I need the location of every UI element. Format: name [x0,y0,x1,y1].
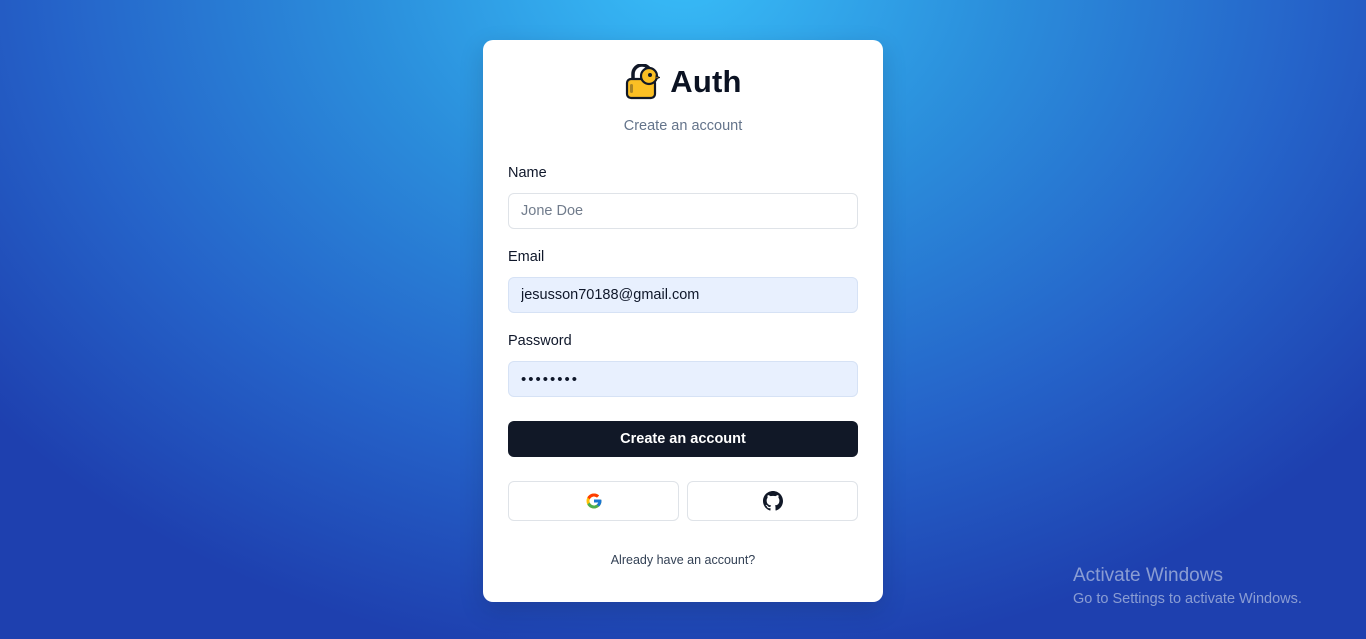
windows-activation-watermark: Activate Windows Go to Settings to activ… [1073,565,1302,609]
brand-title: Auth [670,64,742,99]
lock-bird-icon [624,64,661,100]
email-label: Email [508,249,545,265]
page-subtitle: Create an account [623,118,743,134]
watermark-subtitle: Go to Settings to activate Windows. [1073,591,1302,607]
password-label: Password [508,333,572,349]
create-account-button[interactable]: Create an account [508,421,858,457]
password-input[interactable] [508,361,858,397]
name-input[interactable] [508,193,858,229]
brand-header: Auth [483,64,883,100]
email-input[interactable] [508,277,858,313]
github-signin-button[interactable] [687,481,858,521]
github-icon [762,491,783,511]
signup-card: Auth Create an account Name Email Passwo… [483,40,883,602]
watermark-title: Activate Windows [1073,565,1223,586]
google-icon [585,492,603,510]
name-label: Name [508,165,547,181]
google-signin-button[interactable] [508,481,679,521]
signin-link[interactable]: Already have an account? [483,553,883,567]
